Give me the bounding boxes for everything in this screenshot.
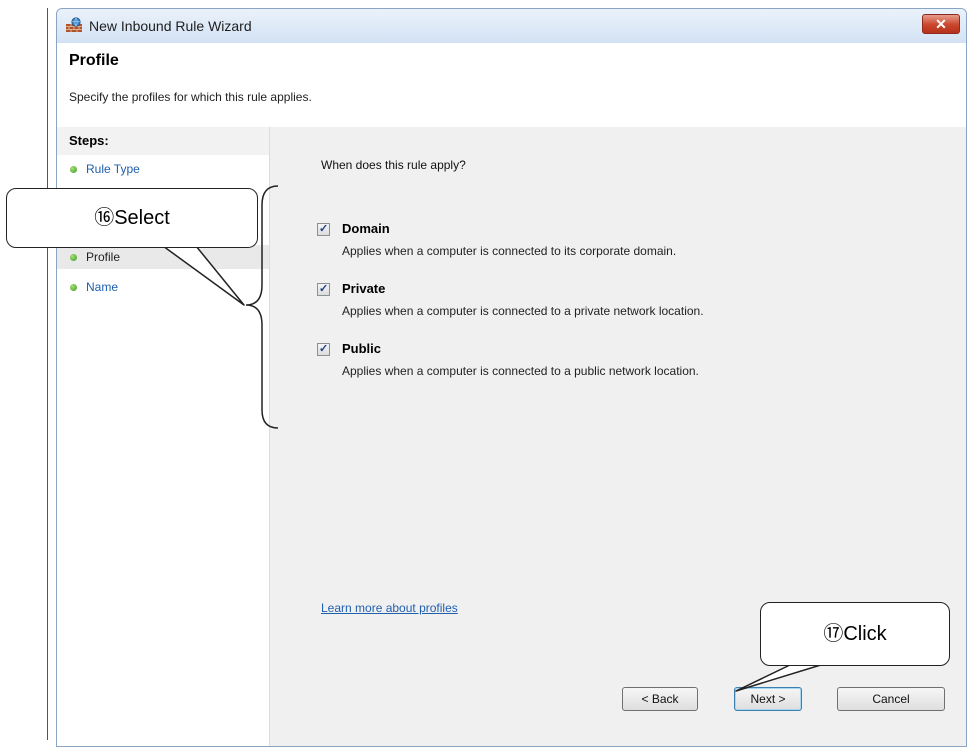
step-profile: Profile [57,245,269,269]
back-button[interactable]: < Back [622,687,698,711]
close-button[interactable]: ✕ [922,14,960,34]
public-label[interactable]: Public [342,341,381,356]
checkmark-icon: ✓ [319,223,329,235]
page-subtitle: Specify the profiles for which this rule… [69,90,312,104]
step-name[interactable]: Name [57,275,269,299]
step-rule-type[interactable]: Rule Type [57,157,269,181]
checkmark-icon: ✓ [319,283,329,295]
green-dot-icon [70,284,77,291]
step-label: Name [86,280,119,294]
domain-label[interactable]: Domain [342,221,390,236]
cancel-button[interactable]: Cancel [837,687,945,711]
firewall-wall-icon [66,17,82,32]
question-text: When does this rule apply? [321,158,466,172]
title-bar: New Inbound Rule Wizard ✕ [57,9,966,43]
learn-more-link[interactable]: Learn more about profiles [321,601,458,615]
next-button[interactable]: Next > [734,687,802,711]
green-dot-icon [70,166,77,173]
steps-heading: Steps: [57,127,269,155]
checkmark-icon: ✓ [319,343,329,355]
left-edge-line [47,8,48,740]
private-checkbox[interactable]: ✓ [317,283,330,296]
window-title: New Inbound Rule Wizard [89,18,252,34]
page-header: Profile Specify the profiles for which t… [57,43,966,128]
domain-description: Applies when a computer is connected to … [342,244,677,258]
domain-checkbox[interactable]: ✓ [317,223,330,236]
public-checkbox[interactable]: ✓ [317,343,330,356]
select-callout: ⑯Select [6,188,258,248]
click-callout: ⑰Click [760,602,950,666]
private-label[interactable]: Private [342,281,385,296]
green-dot-icon [70,254,77,261]
page-title: Profile [69,52,119,69]
step-label: Rule Type [86,162,140,176]
step-label: Profile [86,250,121,264]
public-description: Applies when a computer is connected to … [342,364,699,378]
close-icon: ✕ [935,16,947,32]
private-description: Applies when a computer is connected to … [342,304,704,318]
